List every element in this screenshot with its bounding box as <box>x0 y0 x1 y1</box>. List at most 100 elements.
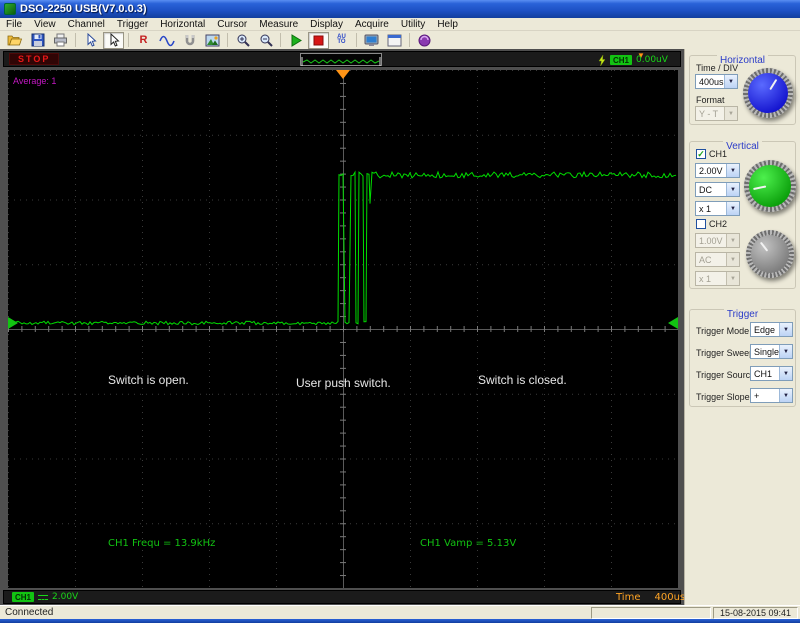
print-button[interactable] <box>50 32 71 49</box>
checkbox-unchecked-icon[interactable] <box>696 219 706 229</box>
annotation-switch-closed: Switch is closed. <box>478 373 567 387</box>
trigger-slope-label: Trigger Slope <box>696 392 750 402</box>
run-state-badge: STOP <box>9 53 60 65</box>
title-bar: DSO-2250 USB(V7.0.0.3) <box>0 0 800 18</box>
print-icon <box>54 33 67 47</box>
trigger-mode-label: Trigger Mode <box>696 326 750 336</box>
menu-utility[interactable]: Utility <box>395 19 431 30</box>
reference-wave-button[interactable]: R <box>133 32 154 49</box>
ch2-position-knob[interactable] <box>746 230 794 278</box>
window-button[interactable] <box>384 32 405 49</box>
save-icon <box>31 33 44 47</box>
ch1-coupling-select[interactable]: DC ▼ <box>695 182 740 197</box>
help-button[interactable] <box>414 32 435 49</box>
trigger-position-marker[interactable] <box>336 70 350 79</box>
save-button[interactable] <box>27 32 48 49</box>
menu-bar: File View Channel Trigger Horizontal Cur… <box>0 18 800 31</box>
help-icon <box>418 34 431 46</box>
menu-cursor[interactable]: Cursor <box>211 19 253 30</box>
stop-button[interactable] <box>308 31 329 49</box>
annotation-switch-open: Switch is open. <box>108 373 189 387</box>
open-button[interactable] <box>4 32 25 49</box>
chevron-down-icon[interactable]: ▼ <box>726 164 739 177</box>
ch1-checkbox[interactable]: ✓ CH1 <box>696 149 727 159</box>
menu-help[interactable]: Help <box>431 19 464 30</box>
trigger-channel-badge: CH1 <box>610 55 633 65</box>
measurement-frequency: CH1 Frequ = 13.9kHz <box>108 538 216 549</box>
ch1-label: CH1 <box>709 149 728 159</box>
control-panel: Horizontal Time / DIV 400us ▼ Format Y -… <box>684 49 800 605</box>
ch1-probe-select[interactable]: x 1 ▼ <box>695 201 740 216</box>
pass-fail-button[interactable] <box>179 32 200 49</box>
ch1-volts-select[interactable]: 2.00V ▼ <box>695 163 740 178</box>
menu-acquire[interactable]: Acquire <box>349 19 395 30</box>
chevron-down-icon[interactable]: ▼ <box>726 183 739 196</box>
cursor-arrow-button[interactable] <box>80 32 101 49</box>
menu-view[interactable]: View <box>28 19 62 30</box>
toolbar-separator <box>280 33 281 47</box>
trigger-bolt-icon <box>598 54 606 66</box>
time-div-select[interactable]: 400us ▼ <box>695 74 738 89</box>
fft-icon <box>158 35 175 46</box>
voltsdiv-value: 2.00V <box>52 592 79 602</box>
chevron-down-icon[interactable]: ▼ <box>724 75 737 88</box>
toolbar: R AU TO <box>0 31 800 50</box>
trigger-readout: CH1 0.00uV <box>598 52 668 68</box>
application-window: DSO-2250 USB(V7.0.0.3) File View Channel… <box>0 0 800 623</box>
scope-display: Average: 1 Switch is open. User push swi… <box>8 70 678 588</box>
menu-file[interactable]: File <box>0 19 28 30</box>
chevron-down-icon[interactable]: ▼ <box>779 389 792 402</box>
chevron-down-icon[interactable]: ▼ <box>779 323 792 336</box>
app-icon <box>4 3 16 15</box>
trigger-source-select[interactable]: CH1 ▼ <box>750 366 793 381</box>
trigger-level-marker-left[interactable] <box>8 317 18 329</box>
trigger-level-marker-right[interactable] <box>668 317 678 329</box>
autoset-icon: AU TO <box>337 34 346 45</box>
measurement-vamp: CH1 Vamp = 5.13V <box>420 538 517 549</box>
menu-trigger[interactable]: Trigger <box>111 19 154 30</box>
stop-icon <box>313 35 324 45</box>
cursor-select-button[interactable] <box>103 31 124 49</box>
preview-waveform-icon <box>301 57 381 66</box>
trigger-sweep-select[interactable]: Single ▼ <box>750 344 793 359</box>
timebase-value: 400us <box>654 591 686 603</box>
display-button[interactable] <box>361 32 382 49</box>
horizontal-knob[interactable] <box>743 68 793 118</box>
chevron-down-icon: ▼ <box>726 234 739 247</box>
chevron-down-icon: ▼ <box>726 253 739 266</box>
ch1-position-knob[interactable] <box>744 160 796 212</box>
chevron-down-icon[interactable]: ▼ <box>779 345 792 358</box>
waveform-image-icon <box>205 34 220 46</box>
reference-wave-icon: R <box>139 34 148 46</box>
timebase-readout: Time 400us <box>616 592 685 603</box>
chevron-down-icon: ▼ <box>724 107 737 120</box>
workspace: STOP ▼ CH1 0.00uV Average: 1 Switch is o… <box>0 49 800 605</box>
menu-channel[interactable]: Channel <box>62 19 111 30</box>
toolbar-separator <box>227 33 228 47</box>
ch2-checkbox[interactable]: CH2 <box>696 219 727 229</box>
zoom-in-button[interactable] <box>232 32 253 49</box>
zoom-out-button[interactable] <box>255 32 276 49</box>
ch2-coupling-select: AC ▼ <box>695 252 740 267</box>
menu-measure[interactable]: Measure <box>253 19 304 30</box>
waveform-image-button[interactable] <box>202 32 223 49</box>
trigger-mode-select[interactable]: Edge ▼ <box>750 322 793 337</box>
menu-horizontal[interactable]: Horizontal <box>154 19 211 30</box>
vertical-group: Vertical ✓ CH1 2.00V ▼ DC ▼ x 1 ▼ CH2 1.… <box>689 141 796 289</box>
waveform-preview[interactable]: ▼ <box>300 52 645 66</box>
autoset-button[interactable]: AU TO <box>331 32 352 49</box>
menu-display[interactable]: Display <box>304 19 349 30</box>
window-bottom-border <box>0 619 800 623</box>
average-label: Average: 1 <box>13 76 57 86</box>
checkbox-checked-icon[interactable]: ✓ <box>696 149 706 159</box>
zoom-out-icon <box>260 34 273 47</box>
chevron-down-icon[interactable]: ▼ <box>779 367 792 380</box>
datetime-status: 15-08-2015 09:41 <box>712 606 798 619</box>
chevron-down-icon[interactable]: ▼ <box>726 202 739 215</box>
start-button[interactable] <box>285 32 306 49</box>
trigger-source-label: Trigger Source <box>696 370 756 380</box>
time-div-label: Time / DIV <box>696 63 739 73</box>
connection-status: Connected <box>5 607 54 618</box>
trigger-slope-select[interactable]: + ▼ <box>750 388 793 403</box>
fft-button[interactable] <box>156 32 177 49</box>
